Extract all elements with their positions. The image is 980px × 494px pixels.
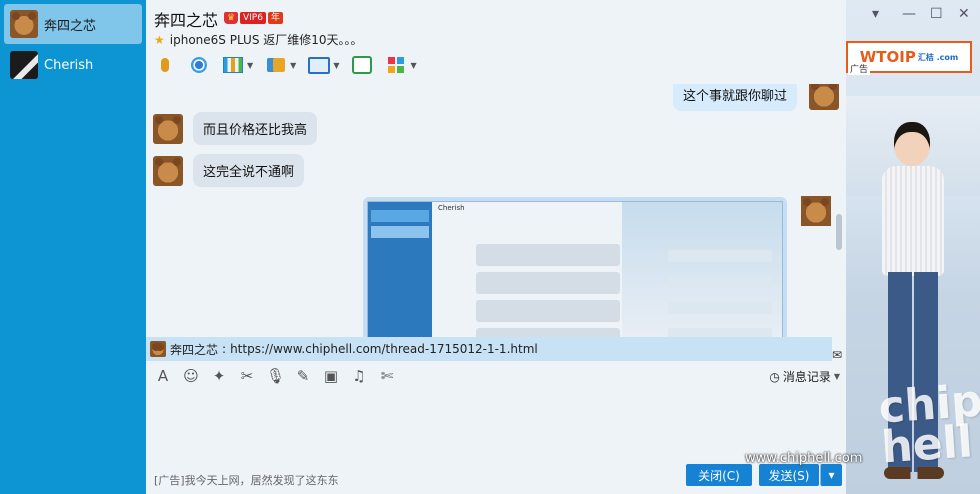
microphone-icon[interactable] (154, 54, 176, 76)
avatar (801, 196, 831, 226)
chevron-down-icon[interactable]: ▼ (333, 61, 339, 70)
chevron-down-icon: ▼ (833, 372, 840, 381)
watermark-url: www.chiphell.com (745, 451, 863, 466)
chat-header: 奔四之芯 ♛ VIP6 年 ★ iphone6S PLUS 返厂维修10天。。。 (146, 0, 846, 50)
message-history-button[interactable]: ◷ 消息记录 ▼ (769, 368, 840, 385)
scrollbar-thumb[interactable] (836, 214, 842, 250)
chat-window: 奔四之芯 ♛ VIP6 年 ★ iphone6S PLUS 返厂维修10天。。。… (146, 0, 846, 494)
avatar (10, 10, 38, 38)
mail-icon[interactable]: ✉ (832, 348, 842, 362)
clock-icon: ◷ (769, 369, 780, 384)
ad-label: 广告 (848, 62, 871, 75)
emoji-icon[interactable]: ☺ (182, 367, 200, 385)
contact-name: 奔四之芯 (44, 18, 97, 34)
send-options-button[interactable]: ▾ (820, 464, 842, 486)
webcam-icon[interactable] (188, 54, 210, 76)
menu-icon[interactable]: ▾ (872, 6, 879, 22)
avatar (150, 341, 166, 357)
music-icon[interactable]: ♫ (350, 367, 368, 385)
file-transfer-icon[interactable] (265, 54, 287, 76)
image-icon[interactable]: ▣ (322, 367, 340, 385)
link-sender: 奔四之芯 (170, 342, 219, 357)
message-incoming: 而且价格还比我高 (153, 112, 318, 145)
link-url[interactable]: https://www.chiphell.com/thread-1715012-… (230, 342, 538, 356)
avatar (153, 155, 183, 186)
message-input[interactable] (146, 390, 846, 460)
contact-item-cherish[interactable]: Cherish (4, 45, 142, 85)
vip-badge[interactable]: ♛ VIP6 年 (224, 12, 283, 24)
crown-icon: ♛ (224, 12, 238, 24)
chat-toolbar: ▼ ▼ ▼ ▼ (154, 52, 417, 78)
voice-icon[interactable]: 🎙 (266, 367, 285, 385)
chevron-down-icon[interactable]: ▼ (290, 61, 296, 70)
avatar (809, 84, 840, 110)
minimize-icon[interactable]: — (902, 6, 916, 22)
screen-share-icon[interactable] (308, 54, 330, 76)
contact-signature: ★ iphone6S PLUS 返厂维修10天。。。 (154, 32, 363, 48)
link-preview-bar[interactable]: 奔四之芯 : https://www.chiphell.com/thread-1… (146, 337, 832, 361)
avatar (153, 113, 183, 144)
contact-item-benshi[interactable]: 奔四之芯 (4, 4, 142, 44)
message-list[interactable]: 这个事就跟你聊过 而且价格还比我高 这完全说不通啊 Cherish (146, 84, 846, 337)
add-app-icon[interactable] (351, 54, 373, 76)
chart-icon[interactable] (222, 54, 244, 76)
chevron-down-icon[interactable]: ▼ (247, 61, 253, 70)
message-bubble: 这完全说不通啊 (193, 154, 305, 187)
image-message[interactable]: Cherish (363, 197, 787, 337)
screenshot-icon[interactable]: ✂ (238, 367, 256, 385)
message-incoming: 这完全说不通啊 (153, 154, 305, 187)
contact-sidebar: 奔四之芯 Cherish (0, 0, 146, 494)
star-icon: ★ (154, 32, 165, 47)
footer-ad-link[interactable]: [广告]我今天上网，居然发现了这东东 (154, 472, 339, 488)
chevron-down-icon[interactable]: ▼ (410, 61, 416, 70)
contact-name: Cherish (44, 57, 94, 73)
maximize-icon[interactable]: ☐ (930, 6, 943, 22)
avatar (10, 51, 38, 79)
chiphell-watermark-logo: chip hell (876, 375, 980, 474)
message-outgoing: 这个事就跟你聊过 (673, 84, 840, 111)
message-bubble: 这个事就跟你聊过 (673, 84, 798, 111)
apps-grid-icon[interactable] (385, 54, 407, 76)
input-toolbar: A ☺ ✦ ✂ 🎙 ✎ ▣ ♫ ✄ (154, 365, 396, 387)
close-icon[interactable]: ✕ (958, 6, 970, 22)
font-icon[interactable]: A (154, 367, 172, 385)
screenshot-image[interactable]: Cherish (367, 201, 783, 337)
edit-icon[interactable]: ✎ (294, 367, 312, 385)
message-bubble: 而且价格还比我高 (193, 112, 318, 145)
shake-icon[interactable]: ✦ (210, 367, 228, 385)
send-button[interactable]: 发送(S) (759, 464, 819, 486)
chat-title: 奔四之芯 (154, 11, 219, 30)
close-button[interactable]: 关闭(C) (686, 464, 752, 486)
scissors-icon[interactable]: ✄ (378, 367, 396, 385)
